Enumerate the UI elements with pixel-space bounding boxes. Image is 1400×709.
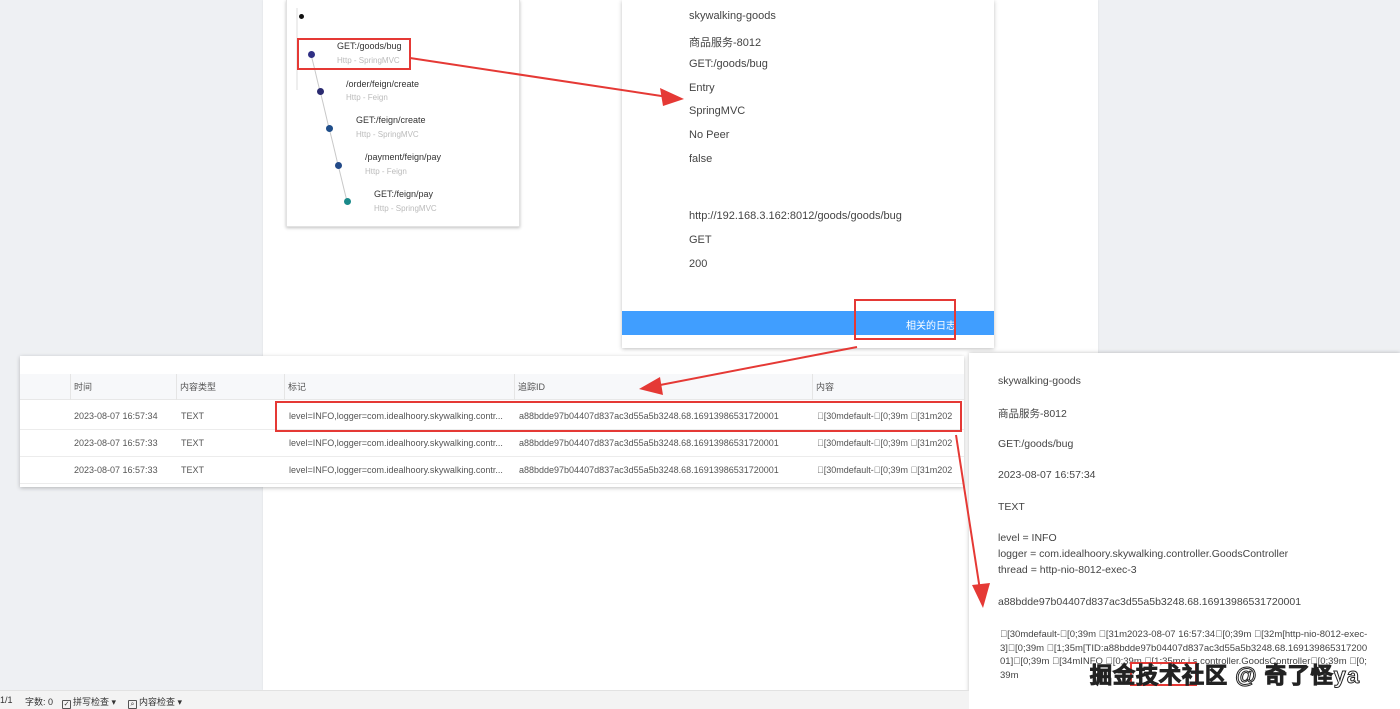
span-subtitle: Http - SpringMVC [374, 204, 437, 213]
span-subtitle: Http - Feign [346, 93, 388, 102]
cell-content:  [30mdefault- [0;39m  [31m202 [817, 465, 953, 475]
log-detail-panel: skywalking-goods 商品服务-8012 GET:/goods/bu… [969, 353, 1400, 709]
content-check-label: 内容检查 [139, 697, 176, 707]
span-title: /payment/feign/pay [365, 152, 442, 162]
detail-status-code: 200 [689, 258, 708, 270]
detail-http-method: GET [689, 234, 712, 246]
table-row[interactable]: 2023-08-07 16:57:33 TEXT level=INFO,logg… [20, 430, 964, 457]
log-detail-tag-thread: thread = http-nio-8012-exec-3 [998, 564, 1137, 576]
log-table: 时间 内容类型 标记 追踪ID 内容 2023-08-07 16:57:34 T… [20, 356, 964, 487]
cell-time: 2023-08-07 16:57:34 [74, 411, 158, 421]
column-header-content-type[interactable]: 内容类型 [176, 374, 284, 400]
span-dot [335, 162, 342, 169]
detail-endpoint: GET:/goods/bug [689, 58, 768, 70]
column-header-time[interactable]: 时间 [70, 374, 176, 400]
log-detail-time: 2023-08-07 16:57:34 [998, 469, 1096, 481]
watermark: 掘金技术社区 @ 奇了怪ya [1089, 663, 1361, 689]
table-row[interactable]: 2023-08-07 16:57:33 TEXT level=INFO,logg… [20, 457, 964, 484]
detail-peer: No Peer [689, 129, 730, 141]
page-indicator: 1/1 [0, 695, 13, 705]
span-title: GET:/feign/pay [374, 189, 434, 199]
detail-url: http://192.168.3.162:8012/goods/goods/bu… [689, 210, 902, 222]
root-node-dot [299, 14, 304, 19]
span-subtitle: Http - Feign [365, 167, 407, 176]
log-detail-tag-logger: logger = com.idealhoory.skywalking.contr… [998, 548, 1289, 560]
span-title: GET:/goods/bug [337, 41, 402, 51]
log-detail-tag-level: level = INFO [998, 532, 1057, 544]
span-detail-panel: skywalking-goods 商品服务-8012 GET:/goods/bu… [622, 0, 994, 348]
span-title: GET:/feign/create [356, 115, 426, 125]
log-detail-instance: 商品服务-8012 [998, 408, 1067, 420]
spell-check-label: 拼写检查 [73, 697, 110, 707]
span-dot [317, 88, 324, 95]
status-bar: 1/1 字数: 0 ✓ 拼写检查 ▾ ⌕ 内容检查 ▾ [0, 690, 969, 709]
cell-time: 2023-08-07 16:57:33 [74, 438, 158, 448]
detail-span-type: Entry [689, 82, 715, 94]
checkbox-icon: ✓ [62, 700, 71, 709]
log-detail-endpoint: GET:/goods/bug [998, 438, 1074, 450]
detail-instance: 商品服务-8012 [689, 37, 762, 49]
cell-tags: level=INFO,logger=com.idealhoory.skywalk… [289, 465, 503, 475]
cell-time: 2023-08-07 16:57:33 [74, 465, 158, 475]
span-dot [308, 51, 315, 58]
span-subtitle: Http - SpringMVC [337, 56, 400, 65]
cell-content:  [30mdefault- [0;39m  [31m202 [817, 438, 953, 448]
column-header-tags[interactable]: 标记 [284, 374, 514, 400]
trace-tree-card: GET:/goods/bug Http - SpringMVC /order/f… [286, 0, 520, 227]
column-header-trace-id[interactable]: 追踪ID [514, 374, 812, 400]
log-detail-trace-id: a88bdde97b04407d837ac3d55a5b3248.68.1691… [998, 596, 1302, 608]
content-check-button[interactable]: ⌕ 内容检查 ▾ [128, 695, 182, 709]
related-logs-bar: 相关的日志 [622, 311, 994, 335]
cell-tags: level=INFO,logger=com.idealhoory.skywalk… [289, 438, 503, 448]
cell-trace-id: a88bdde97b04407d837ac3d55a5b3248.68.1691… [519, 465, 779, 475]
cell-content:  [30mdefault- [0;39m  [31m202 [817, 411, 953, 421]
log-detail-service: skywalking-goods [998, 375, 1081, 387]
spell-check-button[interactable]: ✓ 拼写检查 ▾ [62, 695, 116, 709]
detail-component: SpringMVC [689, 105, 746, 117]
cell-tags: level=INFO,logger=com.idealhoory.skywalk… [289, 411, 503, 421]
cell-content-type: TEXT [181, 438, 205, 448]
cell-trace-id: a88bdde97b04407d837ac3d55a5b3248.68.1691… [519, 438, 779, 448]
span-dot [344, 198, 351, 205]
span-subtitle: Http - SpringMVC [356, 130, 419, 139]
detail-is-error: false [689, 153, 713, 165]
log-detail-type: TEXT [998, 501, 1025, 513]
column-header-content[interactable]: 内容 [812, 374, 964, 400]
span-title: /order/feign/create [346, 79, 420, 89]
cell-content-type: TEXT [181, 465, 205, 475]
cell-content-type: TEXT [181, 411, 205, 421]
related-logs-button[interactable]: 相关的日志 [906, 317, 956, 332]
cell-trace-id: a88bdde97b04407d837ac3d55a5b3248.68.1691… [519, 411, 779, 421]
span-dot [326, 125, 333, 132]
magnifier-icon: ⌕ [128, 700, 137, 709]
detail-service: skywalking-goods [689, 10, 776, 22]
log-table-header: 时间 内容类型 标记 追踪ID 内容 [20, 374, 964, 400]
word-count: 字数: 0 [25, 697, 54, 707]
table-row[interactable]: 2023-08-07 16:57:34 TEXT level=INFO,logg… [20, 403, 964, 430]
